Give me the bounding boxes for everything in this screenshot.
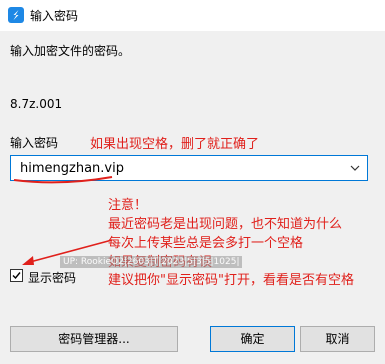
title-bar: 输入密码 xyxy=(0,0,385,31)
show-password-label[interactable]: 显示密码 xyxy=(28,269,76,286)
note-line: 每次上传某些总是会多打一个空格 xyxy=(108,236,304,251)
password-value[interactable]: himengzhan.vip xyxy=(20,161,124,176)
note-line: 最近密码老是出现问题，也不知道为什么 xyxy=(108,217,343,232)
password-label: 输入密码 xyxy=(10,136,59,150)
archive-filename: 8.7z.001 xyxy=(10,97,63,111)
cancel-button[interactable]: 取消 xyxy=(300,326,375,352)
note-line: 建议把你"显示密码"打开，看看是否有空格 xyxy=(108,273,354,288)
password-manager-button[interactable]: 密码管理器... xyxy=(10,326,178,352)
arrow-annotation xyxy=(22,256,34,265)
password-combobox[interactable]: himengzhan.vip xyxy=(10,155,368,181)
watermark: UP: RookieO2|2603|T|2023|5|3|5|1025| xyxy=(60,256,243,268)
ok-button[interactable]: 确定 xyxy=(210,326,295,352)
window-title: 输入密码 xyxy=(30,9,79,23)
show-password-checkbox[interactable] xyxy=(10,269,23,282)
space-hint-annotation: 如果出现空格，删了就正确了 xyxy=(90,137,260,152)
note-line: 注意！ xyxy=(108,198,148,213)
prompt-message: 输入加密文件的密码。 xyxy=(10,44,131,58)
check-icon xyxy=(12,272,21,280)
app-icon xyxy=(8,7,24,23)
chevron-down-icon[interactable] xyxy=(350,164,360,172)
